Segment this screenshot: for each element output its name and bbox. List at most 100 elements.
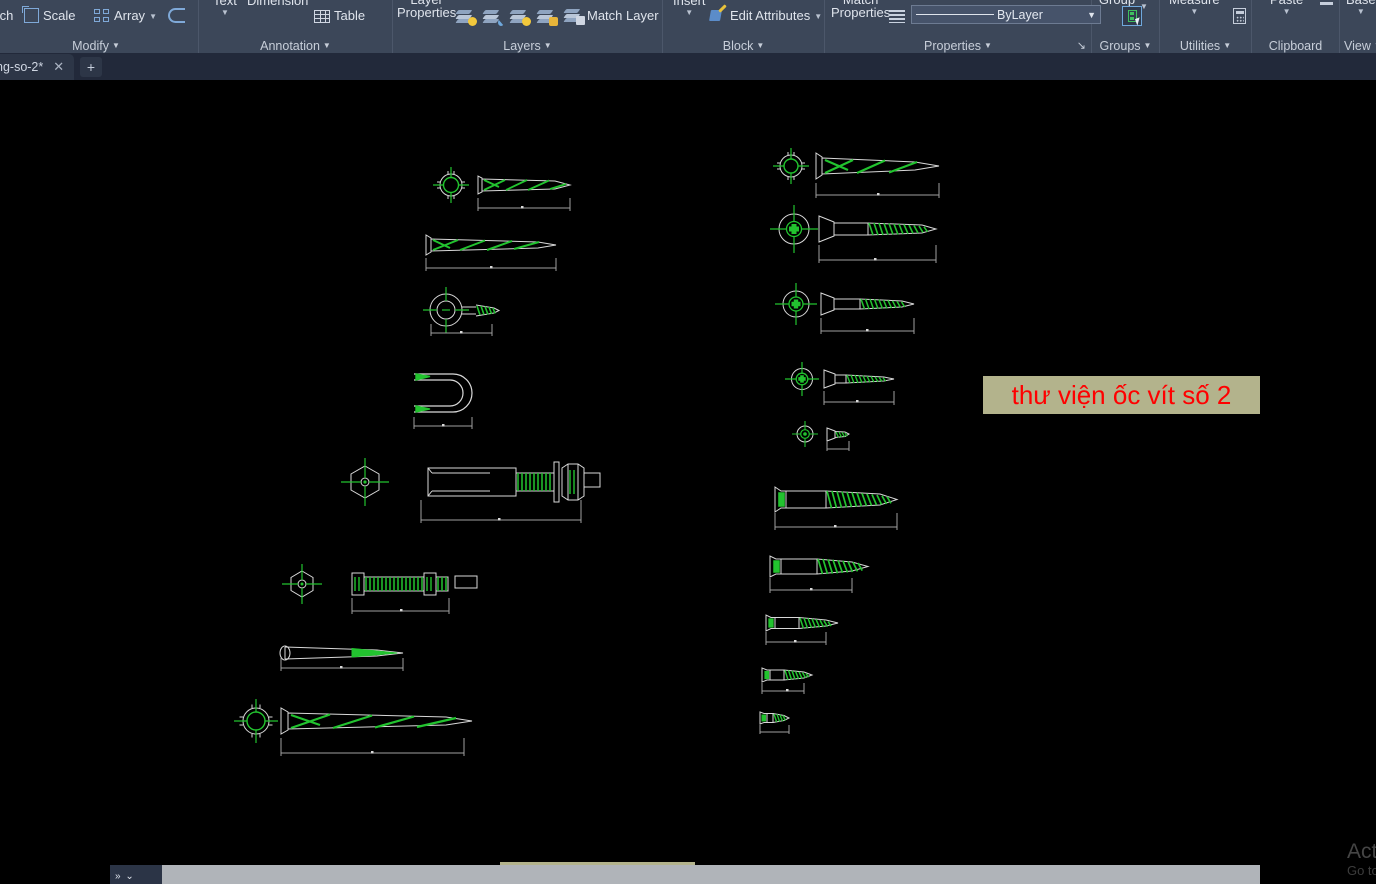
group-button[interactable] bbox=[1122, 6, 1142, 26]
array-label: Array bbox=[114, 9, 145, 23]
autocad-window: tch Scale Array ▼ Modify▼ bbox=[0, 0, 1376, 884]
panel-title-groups[interactable]: Groups▼ bbox=[1092, 39, 1159, 53]
insert-chevron-down-icon[interactable]: ▼ bbox=[685, 8, 693, 17]
edit-attributes-chevron-down-icon[interactable]: ▼ bbox=[814, 12, 822, 21]
ribbon-panel-annotation: Text ▼ Dimension Table Annotation▼ bbox=[199, 0, 393, 54]
utilities-panel-chevron-icon: ▼ bbox=[1223, 41, 1231, 50]
panel-title-annotation[interactable]: Annotation▼ bbox=[199, 39, 392, 53]
document-tab-bar: ng-so-2* ✕ + bbox=[0, 54, 1376, 80]
paste-button[interactable]: Paste ▼ bbox=[1270, 0, 1303, 16]
ribbon: tch Scale Array ▼ Modify▼ bbox=[0, 0, 1376, 54]
group-icon bbox=[1122, 6, 1142, 26]
properties-panel-chevron-icon: ▼ bbox=[984, 41, 992, 50]
annotation-panel-chevron-icon: ▼ bbox=[323, 41, 331, 50]
layer-lock-button[interactable] bbox=[538, 10, 556, 24]
isolate-layer-button[interactable] bbox=[484, 10, 502, 24]
layer-lock-icon bbox=[538, 10, 556, 24]
isolate-layer-icon bbox=[484, 10, 502, 24]
linetype-value: ByLayer bbox=[997, 8, 1087, 22]
drawing-canvas[interactable]: thư viện ốc vít số 2 phanthinh.vn Activa… bbox=[0, 80, 1376, 884]
match-layer-button[interactable]: Match Layer bbox=[565, 9, 659, 23]
title-label[interactable]: thư viện ốc vít số 2 bbox=[983, 376, 1260, 414]
part-flat-head-wood-screw-1 bbox=[775, 487, 897, 530]
modify-panel-chevron-icon: ▼ bbox=[112, 41, 120, 50]
ribbon-panel-clipboard: Paste ▼ Clipboard bbox=[1252, 0, 1340, 54]
layer-properties-button[interactable]: LayerProperties bbox=[397, 0, 456, 19]
panel-title-block[interactable]: Properties Block▼ bbox=[663, 39, 824, 53]
paste-chevron-down-icon[interactable]: ▼ bbox=[1283, 7, 1291, 16]
panel-title-view-text: View bbox=[1344, 39, 1371, 53]
text-button[interactable]: Text ▼ bbox=[213, 0, 237, 17]
fillet-button[interactable] bbox=[168, 8, 185, 23]
part-phillips-flat-wood-screw-2 bbox=[775, 283, 914, 334]
part-phillips-flat-wood-screw-1 bbox=[770, 205, 936, 263]
part-spiral-nail-right bbox=[773, 148, 939, 198]
text-label: Text bbox=[213, 0, 237, 8]
match-layer-label: Match Layer bbox=[587, 9, 659, 23]
base-view-chevron-down-icon[interactable]: ▼ bbox=[1357, 7, 1365, 16]
ribbon-panel-layers: LayerProperties Match Layer bbox=[393, 0, 663, 54]
table-button[interactable]: Table bbox=[314, 9, 365, 23]
part-expansion-anchor-bolt bbox=[341, 458, 600, 523]
new-tab-button[interactable]: + bbox=[80, 57, 102, 77]
match-layer-icon bbox=[565, 9, 583, 23]
part-finishing-nail bbox=[280, 646, 403, 671]
layer-off-button[interactable] bbox=[457, 10, 475, 24]
base-view-button[interactable]: Base ▼ bbox=[1346, 0, 1376, 16]
close-icon[interactable]: ✕ bbox=[53, 59, 64, 75]
linetype-combo[interactable]: ByLayer ▼ bbox=[911, 5, 1101, 24]
stretch-button[interactable]: tch bbox=[0, 9, 13, 23]
array-button[interactable]: Array ▼ bbox=[94, 9, 157, 23]
ribbon-panel-modify: tch Scale Array ▼ Modify▼ bbox=[0, 0, 199, 54]
scale-label: Scale bbox=[43, 9, 76, 23]
ribbon-panel-groups: Group ▼ Groups▼ bbox=[1092, 0, 1160, 54]
panel-title-clipboard[interactable]: Clipboard bbox=[1252, 39, 1339, 53]
quick-calc-button[interactable] bbox=[1233, 8, 1246, 24]
dimension-button[interactable]: Dimension bbox=[247, 0, 308, 8]
match-properties-button[interactable]: MatchProperties bbox=[831, 0, 890, 19]
panel-title-utilities[interactable]: Utilities▼ bbox=[1160, 39, 1251, 53]
dimension-label: Dimension bbox=[247, 0, 308, 8]
panel-title-layers-text: Layers bbox=[503, 39, 541, 53]
command-prompt-icon[interactable]: » ⌄ bbox=[110, 865, 162, 884]
layer-unisolate-icon bbox=[511, 10, 529, 24]
linetype-preview-icon bbox=[916, 14, 994, 15]
panel-title-modify-text: Modify bbox=[72, 39, 109, 53]
panel-title-properties-text: Properties bbox=[924, 39, 981, 53]
command-line-bar[interactable]: » ⌄ bbox=[110, 865, 1260, 884]
layers-panel-chevron-icon: ▼ bbox=[544, 41, 552, 50]
layer-off-icon bbox=[457, 10, 475, 24]
panel-title-modify[interactable]: Modify▼ bbox=[0, 39, 198, 53]
insert-block-button[interactable]: Insert ▼ bbox=[673, 0, 706, 17]
ribbon-panel-view: Base ▼ View▼ bbox=[1340, 0, 1376, 54]
panel-title-view[interactable]: View▼ bbox=[1340, 39, 1376, 53]
part-flat-head-wood-screw-3 bbox=[766, 615, 838, 645]
table-icon bbox=[314, 10, 330, 23]
scale-button[interactable]: Scale bbox=[24, 8, 76, 23]
edit-attributes-label: Edit Attributes bbox=[730, 9, 810, 23]
text-chevron-down-icon[interactable]: ▼ bbox=[221, 8, 229, 17]
table-label: Table bbox=[334, 9, 365, 23]
panel-title-layers[interactable]: Layers▼ bbox=[393, 39, 662, 53]
measure-chevron-down-icon[interactable]: ▼ bbox=[1190, 7, 1198, 16]
layer-unisolate-button[interactable] bbox=[511, 10, 529, 24]
block-panel-chevron-icon: ▼ bbox=[756, 41, 764, 50]
panel-title-properties[interactable]: Properties▼ bbox=[825, 39, 1091, 53]
insert-block-label: Insert bbox=[673, 0, 706, 8]
group-chevron-down-icon[interactable]: ▼ bbox=[1140, 2, 1148, 11]
part-spiral-nail-large bbox=[433, 167, 570, 211]
array-icon bbox=[94, 9, 110, 23]
measure-button[interactable]: Measure ▼ bbox=[1169, 0, 1220, 16]
command-input[interactable] bbox=[162, 865, 1260, 884]
array-chevron-down-icon[interactable]: ▼ bbox=[149, 12, 157, 21]
document-tab[interactable]: ng-so-2* ✕ bbox=[0, 54, 74, 80]
match-properties-icon bbox=[889, 10, 905, 23]
base-view-label: Base bbox=[1346, 0, 1376, 7]
edit-attributes-button[interactable]: Edit Attributes ▼ bbox=[710, 9, 822, 23]
properties-dialog-launcher[interactable]: ↘ bbox=[1077, 39, 1086, 52]
part-eye-screw bbox=[423, 287, 499, 336]
part-u-bolt-staple bbox=[414, 374, 472, 429]
stretch-label: tch bbox=[0, 9, 13, 23]
layer-properties-label: LayerProperties bbox=[397, 0, 456, 19]
match-properties-icon-wrap[interactable] bbox=[889, 10, 905, 23]
